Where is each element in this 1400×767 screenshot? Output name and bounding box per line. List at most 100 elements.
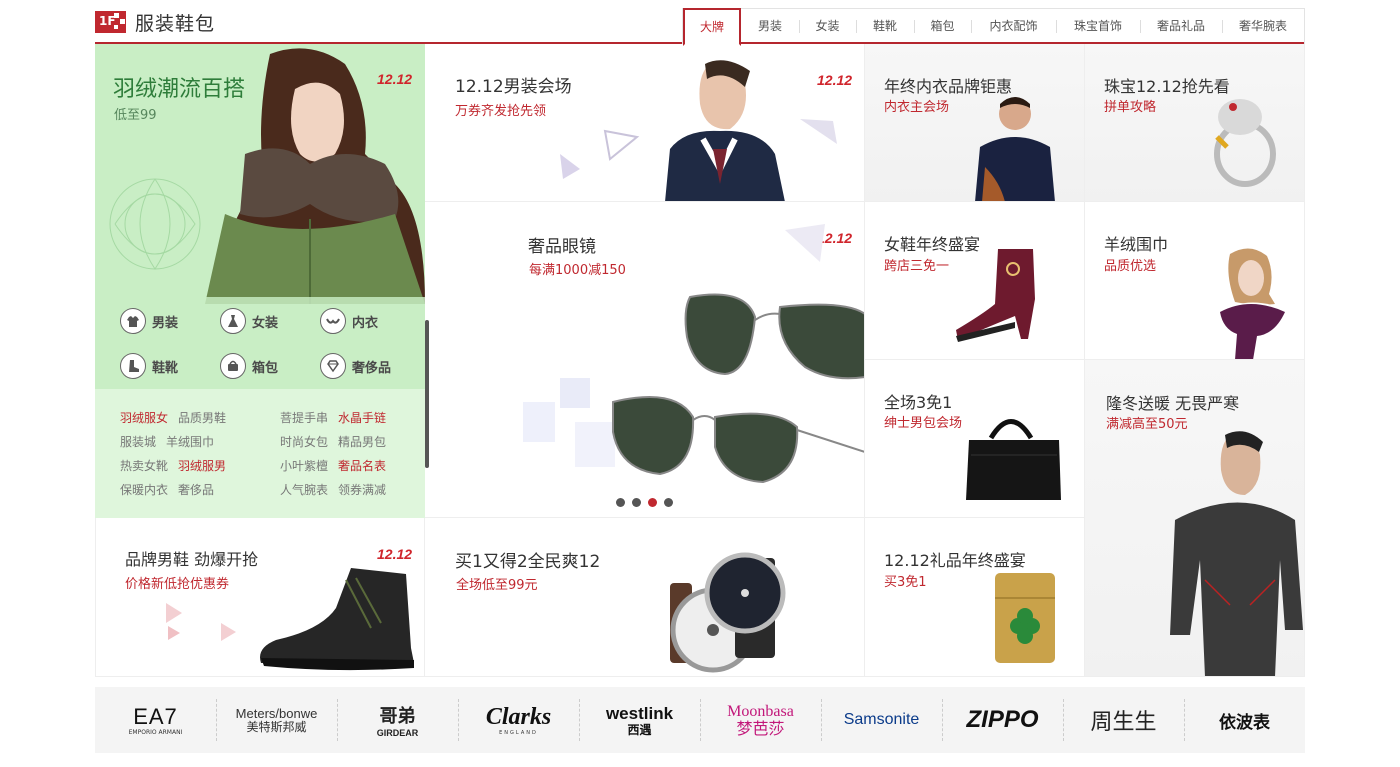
aviator-sunglasses-image: [425, 224, 864, 484]
shirt-icon: [120, 308, 146, 334]
tile-glasses-carousel[interactable]: 奢品眼镜 每满1000减150 12.12: [425, 202, 865, 518]
womens-boot-image: [956, 249, 1035, 342]
link-remai-nvxue[interactable]: 热卖女靴: [120, 457, 168, 474]
carousel-dots: [616, 498, 673, 507]
brand-moonbasa[interactable]: Moonbasa 梦芭莎: [700, 687, 821, 753]
brand-clarks[interactable]: Clarks ENGLAND: [458, 687, 579, 753]
tile-subtitle: 内衣主会场: [884, 100, 950, 115]
tile-bags[interactable]: 全场3免1 绅士男包会场: [865, 360, 1085, 518]
tile-thermal-wear[interactable]: 隆冬送暖 无畏严寒 满减高至50元: [1085, 360, 1305, 677]
carousel-dot-2[interactable]: [632, 498, 641, 507]
brand-westlink[interactable]: westlink 西遇: [579, 687, 700, 753]
brand-zippo[interactable]: ZIPPO: [942, 687, 1063, 753]
banner-subtitle: 低至99: [114, 108, 157, 123]
floor-header: 1F 服装鞋包 大牌 男装 女装 鞋靴 箱包 内衣配饰 珠宝首饰 奢品礼品 奢华…: [95, 8, 1305, 46]
tile-jewelry[interactable]: 珠宝12.12抢先看 拼单攻略: [1085, 44, 1305, 202]
tile-title: 羊绒围巾: [1104, 235, 1169, 254]
mens-boot-image: [166, 568, 414, 671]
promo-badge: 12.12: [377, 71, 413, 87]
link-shepin-mingbiao[interactable]: 奢品名表: [338, 457, 386, 474]
carousel-dot-3[interactable]: [648, 498, 657, 507]
category-nvzhuang[interactable]: 女装: [220, 308, 278, 334]
link-shishang-nvbao[interactable]: 时尚女包: [280, 433, 328, 450]
tile-title: 品牌男鞋 劲爆开抢: [125, 550, 259, 569]
brand-zhoushengsheng[interactable]: 周生生: [1063, 687, 1184, 753]
link-fuzhuangcheng[interactable]: 服装城: [120, 433, 156, 450]
man-sweater-image: [975, 97, 1055, 201]
link-jingpin-nanbao[interactable]: 精品男包: [338, 433, 386, 450]
tab-xiangbao[interactable]: 箱包: [914, 9, 971, 44]
man-jacket-image: [560, 60, 837, 201]
tile-subtitle: 买3免1: [884, 575, 927, 590]
link-xiaoye-zitan[interactable]: 小叶紫檀: [280, 457, 328, 474]
tab-nvzhuang[interactable]: 女装: [799, 9, 856, 44]
dress-icon: [220, 308, 246, 334]
tile-subtitle: 跨店三免一: [884, 259, 950, 274]
tile-subtitle: 拼单攻略: [1104, 100, 1157, 115]
category-xiexue[interactable]: 鞋靴: [120, 353, 178, 379]
floor-1f: 1F 服装鞋包 大牌 男装 女装 鞋靴 箱包 内衣配饰 珠宝首饰 奢品礼品 奢华…: [95, 0, 1305, 767]
tile-scarf[interactable]: 羊绒围巾 品质优选: [1085, 202, 1305, 360]
quick-links: 羽绒服女 品质男鞋 菩提手串 水晶手链 服装城 羊绒围巾 时尚女包 精品男包 热…: [95, 389, 425, 518]
link-yangrong-weijin[interactable]: 羊绒围巾: [166, 433, 214, 450]
category-panel: 男装 女装 内衣 鞋靴 箱包 奢侈品: [95, 297, 425, 389]
tab-shehua-wanbiao[interactable]: 奢华腕表: [1222, 9, 1304, 44]
tile-title: 隆冬送暖 无畏严寒: [1106, 394, 1240, 413]
leather-bag-image: [966, 419, 1061, 500]
bag-icon: [220, 353, 246, 379]
floor-grid: 羽绒潮流百搭 低至99 12.12 男装 女装 内衣 鞋靴 箱包 奢侈品 羽绒服…: [95, 44, 1305, 677]
category-shechipin[interactable]: 奢侈品: [320, 353, 391, 379]
man-thermal-image: [1170, 431, 1303, 676]
link-shuijing-shoulian[interactable]: 水晶手链: [338, 409, 386, 426]
link-baonuan-neiyi[interactable]: 保暖内衣: [120, 481, 168, 498]
link-yurongfu-nan[interactable]: 羽绒服男: [178, 457, 226, 474]
brand-ea7[interactable]: EA7 EMPORIO ARMANI: [95, 687, 216, 753]
tile-watches[interactable]: 买1又得2全民爽12 全场低至99元: [425, 518, 865, 677]
tile-title: 买1又得2全民爽12: [455, 552, 601, 572]
category-neiyi[interactable]: 内衣: [320, 308, 378, 334]
floor-title: 服装鞋包: [135, 13, 216, 35]
ring-image: [1214, 99, 1276, 187]
carousel-dot-4[interactable]: [664, 498, 673, 507]
brand-yibo[interactable]: 依波表: [1184, 687, 1305, 753]
tile-underwear[interactable]: 年终内衣品牌钜惠 内衣主会场: [865, 44, 1085, 202]
link-pinzhi-nanxie[interactable]: 品质男鞋: [178, 409, 226, 426]
zippo-lighter-image: [995, 573, 1055, 663]
tile-mens-shoes[interactable]: 品牌男鞋 劲爆开抢 价格新低抢优惠券 12.12: [95, 518, 425, 677]
tab-shepin-lipin[interactable]: 奢品礼品: [1140, 9, 1222, 44]
tile-mens-wear[interactable]: 12.12男装会场 万券齐发抢先领 12.12: [425, 44, 865, 202]
down-jacket-banner[interactable]: 羽绒潮流百搭 低至99 12.12 男装 女装 内衣 鞋靴 箱包 奢侈品 羽绒服…: [95, 44, 425, 518]
promo-badge: 12.12: [377, 546, 413, 562]
tile-title: 全场3免1: [884, 393, 953, 412]
floor-tabs: 大牌 男装 女装 鞋靴 箱包 内衣配饰 珠宝首饰 奢品礼品 奢华腕表: [682, 8, 1305, 46]
tile-subtitle: 品质优选: [1104, 259, 1157, 274]
watches-image: [670, 552, 786, 673]
banner-title: 羽绒潮流百搭: [113, 77, 246, 102]
tab-dapai[interactable]: 大牌: [683, 8, 741, 46]
tile-subtitle: 绅士男包会场: [884, 416, 963, 431]
tile-gifts[interactable]: 12.12礼品年终盛宴 买3免1: [865, 518, 1085, 677]
brand-girdear[interactable]: 哥弟 GIRDEAR: [337, 687, 458, 753]
carousel-dot-1[interactable]: [616, 498, 625, 507]
link-renqi-wanbiao[interactable]: 人气腕表: [280, 481, 328, 498]
bra-icon: [320, 308, 346, 334]
woman-scarf-image: [1210, 248, 1295, 359]
brand-meters-bonwe[interactable]: Meters/bonwe 美特斯邦威: [216, 687, 337, 753]
link-shechipin[interactable]: 奢侈品: [178, 481, 214, 498]
brand-bar: EA7 EMPORIO ARMANI Meters/bonwe 美特斯邦威 哥弟…: [95, 687, 1305, 753]
category-xiangbao[interactable]: 箱包: [220, 353, 278, 379]
floor-badge: 1F: [95, 11, 126, 33]
link-puti-shouchuan[interactable]: 菩提手串: [280, 409, 328, 426]
tab-neiyi-peishi[interactable]: 内衣配饰: [971, 9, 1056, 44]
tile-subtitle: 万券齐发抢先领: [455, 104, 547, 119]
category-nanzhuang[interactable]: 男装: [120, 308, 178, 334]
tab-nanzhuang[interactable]: 男装: [741, 9, 799, 44]
tab-zhubao-shoushi[interactable]: 珠宝首饰: [1056, 9, 1140, 44]
brand-samsonite[interactable]: Samsonite: [821, 687, 942, 753]
tab-xiexue[interactable]: 鞋靴: [856, 9, 914, 44]
diamond-icon: [320, 353, 346, 379]
tile-womens-shoes[interactable]: 女鞋年终盛宴 跨店三免一: [865, 202, 1085, 360]
boot-icon: [120, 353, 146, 379]
link-yurongfu-nv[interactable]: 羽绒服女: [120, 409, 168, 426]
link-lingquan-manjian[interactable]: 领券满减: [338, 481, 386, 498]
